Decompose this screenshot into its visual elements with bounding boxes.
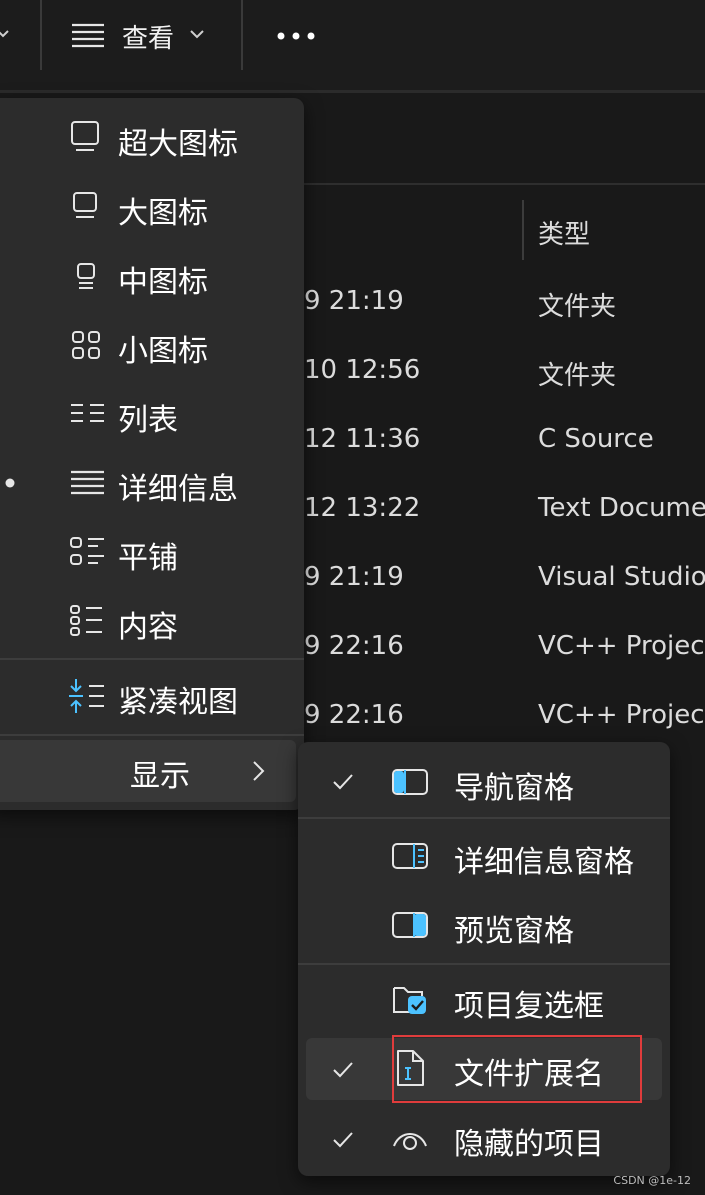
chevron-right-icon — [253, 761, 265, 781]
details-view-icon — [72, 23, 104, 48]
chevron-down-icon — [190, 30, 204, 39]
annotation-highlight-box — [392, 1035, 642, 1103]
menu-item-label: 预览窗格 — [454, 914, 574, 949]
small-icons-icon — [72, 331, 100, 359]
toolbar-divider — [241, 0, 243, 70]
list-icon — [71, 404, 104, 422]
menu-item-large-icons[interactable]: 大图标 — [0, 175, 300, 241]
type-cell: VC++ Project — [538, 631, 705, 661]
menu-item-label: 平铺 — [118, 541, 178, 576]
type-cell: Visual Studio — [538, 562, 705, 592]
watermark: CSDN @1e-12 — [613, 1174, 691, 1187]
details-icon — [71, 470, 104, 495]
medium-icons-icon — [77, 263, 95, 289]
toolbar: 查看 — [0, 0, 705, 90]
menu-item-preview-pane[interactable]: 预览窗格 — [306, 893, 662, 959]
type-cell: 文件夹 — [538, 361, 617, 391]
menu-item-label: 紧凑视图 — [118, 685, 238, 720]
menu-item-show[interactable]: 显示 — [0, 740, 296, 802]
menu-item-label: 列表 — [118, 403, 178, 438]
menu-item-label: 详细信息窗格 — [454, 845, 634, 880]
menu-item-label: 小图标 — [118, 334, 208, 369]
menu-item-details-pane[interactable]: 详细信息窗格 — [306, 824, 662, 890]
content-icon — [70, 605, 102, 636]
modified-cell: 9 22:16 — [304, 700, 404, 730]
menu-separator — [0, 734, 304, 736]
menu-separator — [298, 963, 670, 965]
menu-item-item-checkboxes[interactable]: 项目复选框 — [306, 968, 662, 1034]
view-menu-button[interactable]: 查看 — [70, 14, 220, 58]
show-submenu: 导航窗格 详细信息窗格 预览窗格 项目复选框 文件扩展名 隐藏的项目 — [298, 742, 670, 1176]
modified-cell: 12 13:22 — [304, 493, 421, 523]
menu-item-label: 内容 — [118, 610, 178, 645]
tiles-icon — [70, 537, 104, 565]
menu-item-details[interactable]: 详细信息 — [0, 451, 300, 517]
selected-bullet-icon — [5, 478, 15, 488]
preview-pane-icon — [392, 912, 428, 938]
menu-item-list[interactable]: 列表 — [0, 382, 300, 448]
modified-cell: 9 21:19 — [304, 286, 404, 316]
large-icons-icon — [73, 192, 97, 218]
menu-item-content[interactable]: 内容 — [0, 589, 300, 655]
menu-item-compact-view[interactable]: 紧凑视图 — [0, 664, 300, 730]
modified-cell: 9 21:19 — [304, 562, 404, 592]
modified-cell: 12 11:36 — [304, 424, 421, 454]
modified-cell: 9 22:16 — [304, 631, 404, 661]
checkmark-icon — [333, 774, 353, 790]
item-checkbox-icon — [393, 987, 426, 1014]
menu-item-label: 超大图标 — [118, 127, 238, 162]
menu-item-extra-large-icons[interactable]: 超大图标 — [0, 106, 300, 172]
menu-item-label: 项目复选框 — [454, 989, 604, 1024]
menu-item-small-icons[interactable]: 小图标 — [0, 313, 300, 379]
type-cell: Text Docume — [538, 493, 705, 523]
menu-item-label: 中图标 — [118, 265, 208, 300]
menu-item-navigation-pane[interactable]: 导航窗格 — [306, 748, 662, 814]
more-options-button[interactable] — [276, 20, 320, 50]
menu-item-medium-icons[interactable]: 中图标 — [0, 244, 300, 310]
menu-separator — [0, 658, 304, 660]
checkmark-icon — [333, 1132, 353, 1148]
menu-separator — [298, 817, 670, 819]
type-cell: C Source — [538, 424, 654, 454]
hidden-items-icon — [393, 1133, 427, 1150]
menu-item-label: 显示 — [130, 759, 190, 794]
header-divider — [300, 183, 705, 185]
menu-item-label: 隐藏的项目 — [454, 1127, 604, 1162]
menu-item-label: 导航窗格 — [454, 771, 574, 806]
type-cell: 文件夹 — [538, 292, 617, 322]
toolbar-divider — [40, 0, 42, 70]
view-menu-label: 查看 — [122, 24, 175, 54]
more-icon — [277, 32, 315, 40]
toolbar-border — [0, 90, 705, 93]
checkmark-icon — [333, 1062, 353, 1078]
extra-large-icons-icon — [71, 121, 99, 151]
modified-cell: 10 12:56 — [304, 355, 421, 385]
type-cell: VC++ Project — [538, 700, 705, 730]
menu-item-tiles[interactable]: 平铺 — [0, 520, 300, 586]
column-header-type[interactable]: 类型 — [538, 214, 590, 251]
menu-item-hidden-items[interactable]: 隐藏的项目 — [306, 1106, 662, 1172]
menu-item-label: 大图标 — [118, 196, 208, 231]
compact-view-icon — [69, 679, 104, 713]
menu-item-label: 详细信息 — [118, 472, 238, 507]
details-pane-icon — [392, 843, 428, 869]
view-menu: 超大图标 大图标 中图标 小图标 列表 详细信息 平铺 内容 紧凑视图 显示 — [0, 98, 304, 810]
chevron-down-icon[interactable] — [0, 28, 10, 42]
column-resizer[interactable] — [522, 200, 524, 260]
navigation-pane-icon — [392, 769, 428, 795]
